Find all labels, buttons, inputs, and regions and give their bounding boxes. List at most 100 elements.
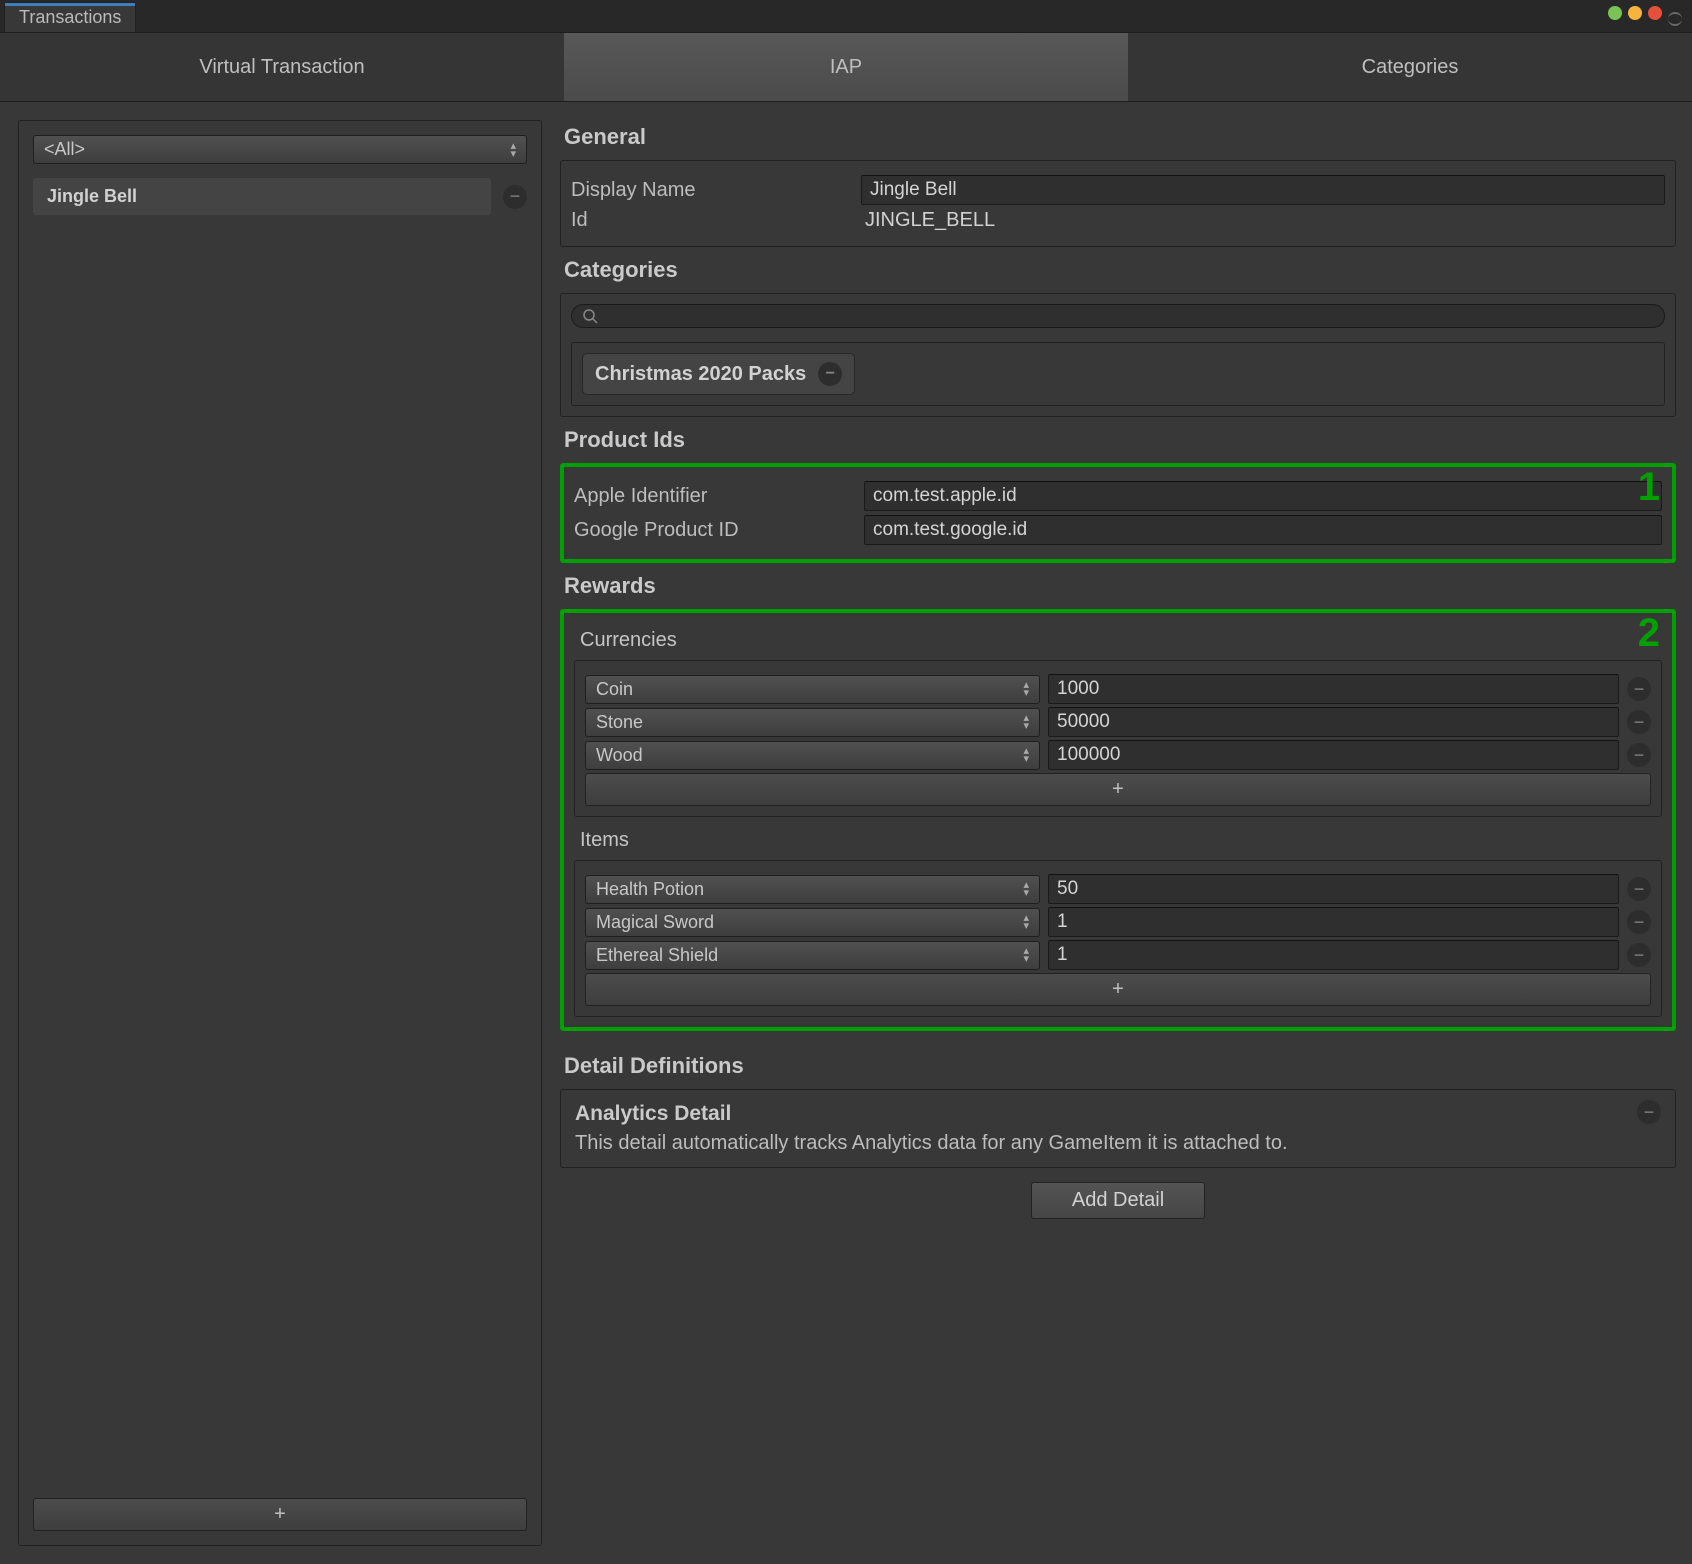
chevron-updown-icon: ▴▾ (1023, 881, 1029, 897)
category-tag-label: Christmas 2020 Packs (595, 363, 806, 386)
product-ids-panel: 1 Apple Identifier Google Product ID (560, 463, 1676, 563)
display-name-label: Display Name (571, 179, 861, 202)
items-panel: Health Potion▴▾−Magical Sword▴▾−Ethereal… (574, 860, 1662, 1017)
tab-categories[interactable]: Categories (1128, 33, 1692, 101)
annotation-marker-1: 1 (1638, 465, 1660, 510)
list-item-row: Jingle Bell − (33, 178, 527, 215)
currencies-panel: Coin ▴▾ − Stone ▴▾ − Wood▴▾ − + (574, 660, 1662, 817)
remove-detail-button[interactable]: − (1637, 1100, 1661, 1124)
currency-select-label: Stone (596, 712, 643, 733)
section-title-rewards: Rewards (564, 573, 1672, 599)
remove-currency-button[interactable]: − (1627, 743, 1651, 767)
remove-item-button[interactable]: − (1627, 910, 1651, 934)
currencies-title: Currencies (580, 629, 1662, 652)
currency-value-input[interactable] (1048, 707, 1619, 737)
tab-virtual-transaction[interactable]: Virtual Transaction (0, 33, 564, 101)
google-id-input[interactable] (864, 515, 1662, 545)
plus-icon: + (274, 1503, 286, 1525)
section-title-detail-defs: Detail Definitions (564, 1053, 1672, 1079)
search-icon (582, 308, 598, 324)
filter-value: <All> (44, 139, 85, 160)
remove-item-button[interactable]: − (503, 185, 527, 209)
traffic-lights (1608, 6, 1682, 26)
section-title-categories: Categories (564, 257, 1672, 283)
item-select-label: Health Potion (596, 879, 704, 900)
currency-value-input[interactable] (1048, 674, 1619, 704)
item-select[interactable]: Health Potion ▴▾ (585, 875, 1040, 904)
currency-select[interactable]: Wood▴▾ (585, 741, 1040, 770)
analytics-detail-panel: − Analytics Detail This detail automatic… (560, 1089, 1676, 1168)
chevron-updown-icon: ▴▾ (1023, 947, 1029, 963)
currency-value-input[interactable] (1048, 740, 1619, 770)
hamburger-icon[interactable] (1668, 12, 1682, 26)
category-search-input[interactable] (571, 304, 1665, 328)
add-detail-button[interactable]: Add Detail (1031, 1182, 1205, 1219)
categories-panel: Christmas 2020 Packs − (560, 293, 1676, 417)
currency-select-label: Wood (596, 745, 643, 766)
item-row: Ethereal Shield ▴▾ − (585, 940, 1651, 970)
currency-select[interactable]: Stone ▴▾ (585, 708, 1040, 737)
currency-row: Wood▴▾ − (585, 740, 1651, 770)
item-value-input[interactable] (1048, 874, 1619, 904)
minus-icon: − (1634, 879, 1645, 900)
filter-dropdown[interactable]: <All> ▴▾ (33, 135, 527, 164)
items-title: Items (580, 829, 1662, 852)
content: General Display Name Id JINGLE_BELL Cate… (560, 102, 1692, 1564)
item-row: Magical Sword ▴▾ − (585, 907, 1651, 937)
chevron-updown-icon: ▴▾ (510, 142, 516, 158)
item-value-input[interactable] (1048, 940, 1619, 970)
sidebar: <All> ▴▾ Jingle Bell − + (0, 102, 560, 1564)
id-label: Id (571, 209, 861, 232)
add-detail-label: Add Detail (1072, 1189, 1164, 1211)
remove-tag-button[interactable]: − (818, 362, 842, 386)
section-title-general: General (564, 124, 1672, 150)
minimize-icon[interactable] (1608, 6, 1622, 20)
section-title-product-ids: Product Ids (564, 427, 1672, 453)
item-select-label: Ethereal Shield (596, 945, 718, 966)
google-id-label: Google Product ID (574, 519, 864, 542)
sidebar-item-jingle-bell[interactable]: Jingle Bell (33, 178, 491, 215)
apple-id-label: Apple Identifier (574, 485, 864, 508)
remove-item-button[interactable]: − (1627, 943, 1651, 967)
item-row: Health Potion ▴▾ − (585, 874, 1651, 904)
tab-label: Categories (1362, 56, 1459, 79)
add-item-button[interactable]: + (33, 1498, 527, 1531)
remove-currency-button[interactable]: − (1627, 710, 1651, 734)
tab-iap[interactable]: IAP (564, 33, 1128, 101)
maximize-icon[interactable] (1628, 6, 1642, 20)
minus-icon: − (826, 365, 835, 383)
remove-currency-button[interactable]: − (1627, 677, 1651, 701)
item-select[interactable]: Magical Sword ▴▾ (585, 908, 1040, 937)
minus-icon: − (1634, 679, 1645, 700)
plus-icon: + (1112, 778, 1124, 800)
currency-row: Stone ▴▾ − (585, 707, 1651, 737)
chevron-updown-icon: ▴▾ (1023, 714, 1029, 730)
add-currency-button[interactable]: + (585, 773, 1651, 806)
plus-icon: + (1112, 978, 1124, 1000)
item-value-input[interactable] (1048, 907, 1619, 937)
close-icon[interactable] (1648, 6, 1662, 20)
minus-icon: − (1644, 1102, 1655, 1123)
window-tab-label: Transactions (19, 7, 121, 27)
id-value: JINGLE_BELL (861, 209, 995, 232)
window-tab-transactions[interactable]: Transactions (4, 2, 136, 32)
minus-icon: − (1634, 712, 1645, 733)
minus-icon: − (1634, 912, 1645, 933)
currency-select-label: Coin (596, 679, 633, 700)
minus-icon: − (1634, 745, 1645, 766)
display-name-input[interactable] (861, 175, 1665, 205)
chevron-updown-icon: ▴▾ (1023, 681, 1029, 697)
currency-select[interactable]: Coin ▴▾ (585, 675, 1040, 704)
sidebar-item-label: Jingle Bell (47, 186, 137, 206)
remove-item-button[interactable]: − (1627, 877, 1651, 901)
apple-id-input[interactable] (864, 481, 1662, 511)
minus-icon: − (1634, 945, 1645, 966)
category-tag[interactable]: Christmas 2020 Packs − (582, 353, 855, 395)
chevron-updown-icon: ▴▾ (1023, 914, 1029, 930)
window-tabbar: Transactions (0, 0, 1692, 32)
item-select-label: Magical Sword (596, 912, 714, 933)
item-select[interactable]: Ethereal Shield ▴▾ (585, 941, 1040, 970)
section-tabs: Virtual Transaction IAP Categories (0, 32, 1692, 102)
annotation-marker-2: 2 (1638, 611, 1660, 656)
add-item-reward-button[interactable]: + (585, 973, 1651, 1006)
